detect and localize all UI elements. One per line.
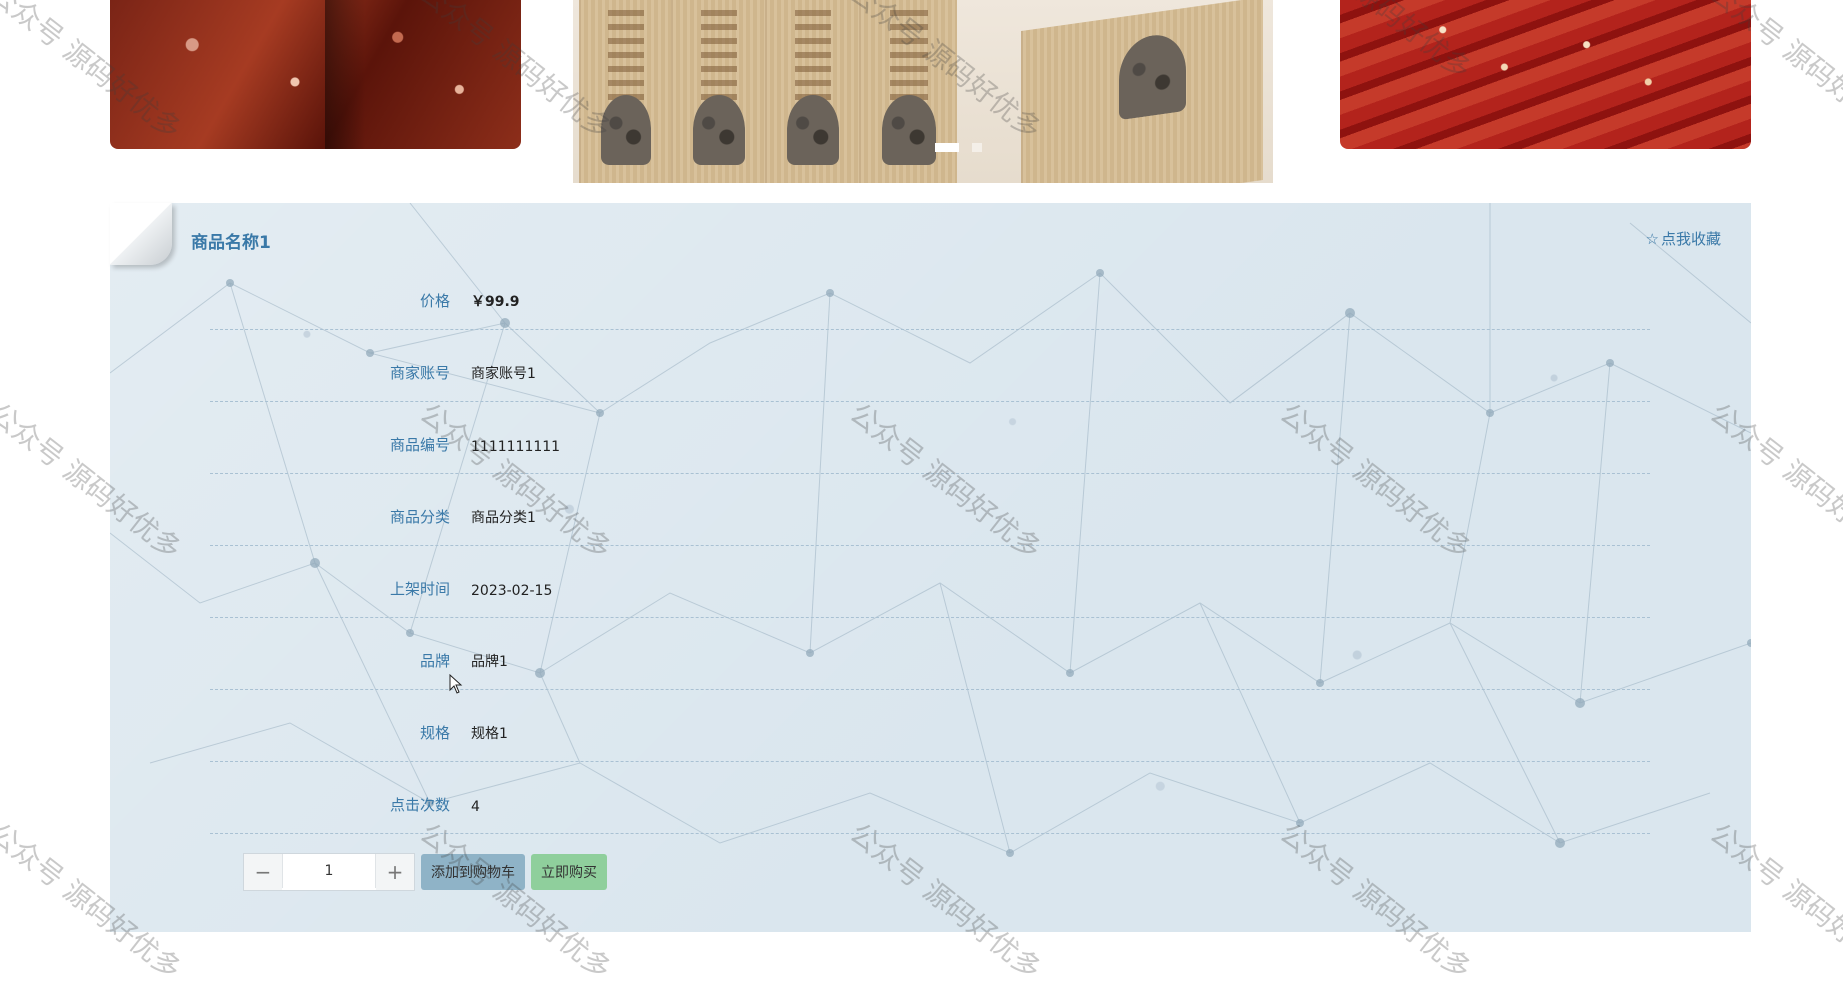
- purchase-controls: − + 添加到购物车 立即购买: [243, 853, 607, 891]
- detail-value: 1111111111: [471, 439, 561, 455]
- detail-label: 上架时间: [389, 580, 450, 598]
- increase-quantity-button[interactable]: +: [376, 854, 414, 890]
- detail-row-click-count: 点击次数 4: [210, 762, 1650, 834]
- favorite-label: 点我收藏: [1660, 230, 1721, 248]
- detail-row-merchant-account: 商家账号 商家账号1: [210, 330, 1650, 402]
- star-outline-icon: ☆: [1645, 229, 1659, 248]
- detail-value: 规格1: [471, 726, 508, 742]
- detail-value: 商品分类1: [471, 510, 536, 526]
- carousel-slide-active[interactable]: [573, 0, 1273, 183]
- detail-label: 点击次数: [389, 796, 450, 814]
- carousel-slide-previous[interactable]: [110, 0, 521, 149]
- detail-row-price: 价格 ￥99.9: [210, 258, 1650, 330]
- carousel-slide-next[interactable]: [1340, 0, 1751, 149]
- quantity-stepper: − +: [243, 853, 415, 891]
- detail-row-category: 商品分类 商品分类1: [210, 474, 1650, 546]
- detail-row-brand: 品牌 品牌1: [210, 618, 1650, 690]
- product-title: 商品名称1: [191, 233, 271, 253]
- product-box-image: [765, 0, 859, 183]
- buy-now-button[interactable]: 立即购买: [531, 854, 607, 890]
- detail-row-listing-date: 上架时间 2023-02-15: [210, 546, 1650, 618]
- detail-value: 商家账号1: [471, 366, 536, 382]
- detail-label: 品牌: [419, 652, 450, 670]
- mouse-cursor-icon: [449, 674, 463, 694]
- product-box-image: [1021, 0, 1263, 183]
- detail-row-product-number: 商品编号 1111111111: [210, 402, 1650, 474]
- detail-value: 品牌1: [471, 654, 508, 670]
- detail-value: 2023-02-15: [471, 583, 553, 599]
- quantity-input[interactable]: [282, 854, 376, 888]
- detail-label: 商家账号: [389, 364, 450, 382]
- detail-value: ￥99.9: [471, 294, 520, 310]
- carousel-indicator[interactable]: [972, 143, 982, 152]
- detail-label: 商品编号: [389, 436, 450, 454]
- detail-value: 4: [471, 799, 480, 815]
- carousel-indicator-active[interactable]: [935, 143, 959, 152]
- product-detail-panel: 商品名称1 ☆ 点我收藏 价格 ￥99.9 商家账号 商家账号1 商品编号 11…: [110, 203, 1751, 932]
- product-box-image: [579, 0, 671, 183]
- detail-label: 价格: [419, 292, 450, 310]
- detail-row-spec: 规格 规格1: [210, 690, 1650, 762]
- detail-label: 商品分类: [389, 508, 450, 526]
- page-curl-decoration: [110, 203, 172, 265]
- decrease-quantity-button[interactable]: −: [244, 854, 282, 890]
- product-detail-list: 价格 ￥99.9 商家账号 商家账号1 商品编号 1111111111 商品分类…: [210, 258, 1650, 834]
- product-box-image: [671, 0, 765, 183]
- detail-label: 规格: [419, 724, 450, 742]
- banner-carousel[interactable]: [0, 0, 1843, 185]
- favorite-button[interactable]: ☆ 点我收藏: [1646, 228, 1721, 249]
- product-box-image: [859, 0, 957, 183]
- add-to-cart-button[interactable]: 添加到购物车: [421, 854, 525, 890]
